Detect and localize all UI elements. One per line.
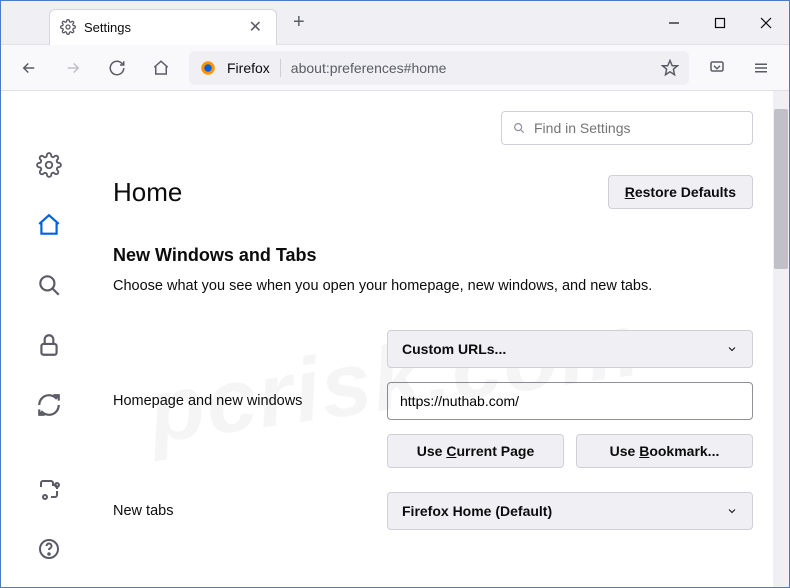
search-icon xyxy=(512,121,526,135)
home-button[interactable] xyxy=(145,52,177,84)
use-bookmark-button[interactable]: Use Bookmark... xyxy=(576,434,753,468)
window-controls xyxy=(651,1,789,45)
navigation-toolbar: Firefox about:preferences#home xyxy=(1,45,789,91)
settings-search-box[interactable] xyxy=(501,111,753,145)
newtabs-label: New tabs xyxy=(113,503,373,519)
dropdown-value: Custom URLs... xyxy=(402,341,506,357)
close-tab-icon[interactable]: ✕ xyxy=(245,17,266,37)
url-identity-label: Firefox xyxy=(227,60,270,76)
forward-button[interactable] xyxy=(57,52,89,84)
use-current-page-button[interactable]: Use Current Page xyxy=(387,434,564,468)
scrollbar-thumb[interactable] xyxy=(774,109,788,269)
sidebar-help-icon[interactable] xyxy=(31,531,67,567)
minimize-button[interactable] xyxy=(651,1,697,45)
section-description: Choose what you see when you open your h… xyxy=(113,276,753,296)
content-area: pcrisk.com xyxy=(1,91,789,587)
settings-sidebar xyxy=(1,91,97,587)
sidebar-search-icon[interactable] xyxy=(31,267,67,303)
sidebar-home-icon[interactable] xyxy=(31,207,67,243)
settings-main-panel: Home Restore Defaults New Windows and Ta… xyxy=(97,91,789,587)
tab-title: Settings xyxy=(84,20,237,35)
app-menu-button[interactable] xyxy=(745,52,777,84)
chevron-down-icon xyxy=(726,343,738,355)
separator xyxy=(280,59,281,77)
sidebar-general-icon[interactable] xyxy=(31,147,67,183)
sidebar-privacy-icon[interactable] xyxy=(31,327,67,363)
close-window-button[interactable] xyxy=(743,1,789,45)
gear-icon xyxy=(60,19,76,35)
browser-tab[interactable]: Settings ✕ xyxy=(49,9,277,45)
page-heading: Home xyxy=(113,177,182,208)
address-bar[interactable]: Firefox about:preferences#home xyxy=(189,51,689,85)
vertical-scrollbar[interactable] xyxy=(773,91,789,587)
newtabs-dropdown[interactable]: Firefox Home (Default) xyxy=(387,492,753,530)
settings-search-input[interactable] xyxy=(534,120,742,136)
maximize-button[interactable] xyxy=(697,1,743,45)
chevron-down-icon xyxy=(726,505,738,517)
save-to-pocket-button[interactable] xyxy=(701,52,733,84)
firefox-logo-icon xyxy=(199,59,217,77)
back-button[interactable] xyxy=(13,52,45,84)
section-title: New Windows and Tabs xyxy=(113,245,753,266)
dropdown-value: Firefox Home (Default) xyxy=(402,503,552,519)
reload-button[interactable] xyxy=(101,52,133,84)
homepage-mode-dropdown[interactable]: Custom URLs... xyxy=(387,330,753,368)
new-tab-button[interactable]: + xyxy=(285,7,313,38)
sidebar-sync-icon[interactable] xyxy=(31,387,67,423)
bookmark-star-icon[interactable] xyxy=(661,59,679,77)
sidebar-extensions-icon[interactable] xyxy=(31,471,67,507)
restore-defaults-button[interactable]: Restore Defaults xyxy=(608,175,753,209)
homepage-url-input[interactable] xyxy=(387,382,753,420)
url-text: about:preferences#home xyxy=(291,60,651,76)
homepage-row-label: Homepage and new windows xyxy=(113,393,373,409)
window-titlebar: Settings ✕ + xyxy=(1,1,789,45)
